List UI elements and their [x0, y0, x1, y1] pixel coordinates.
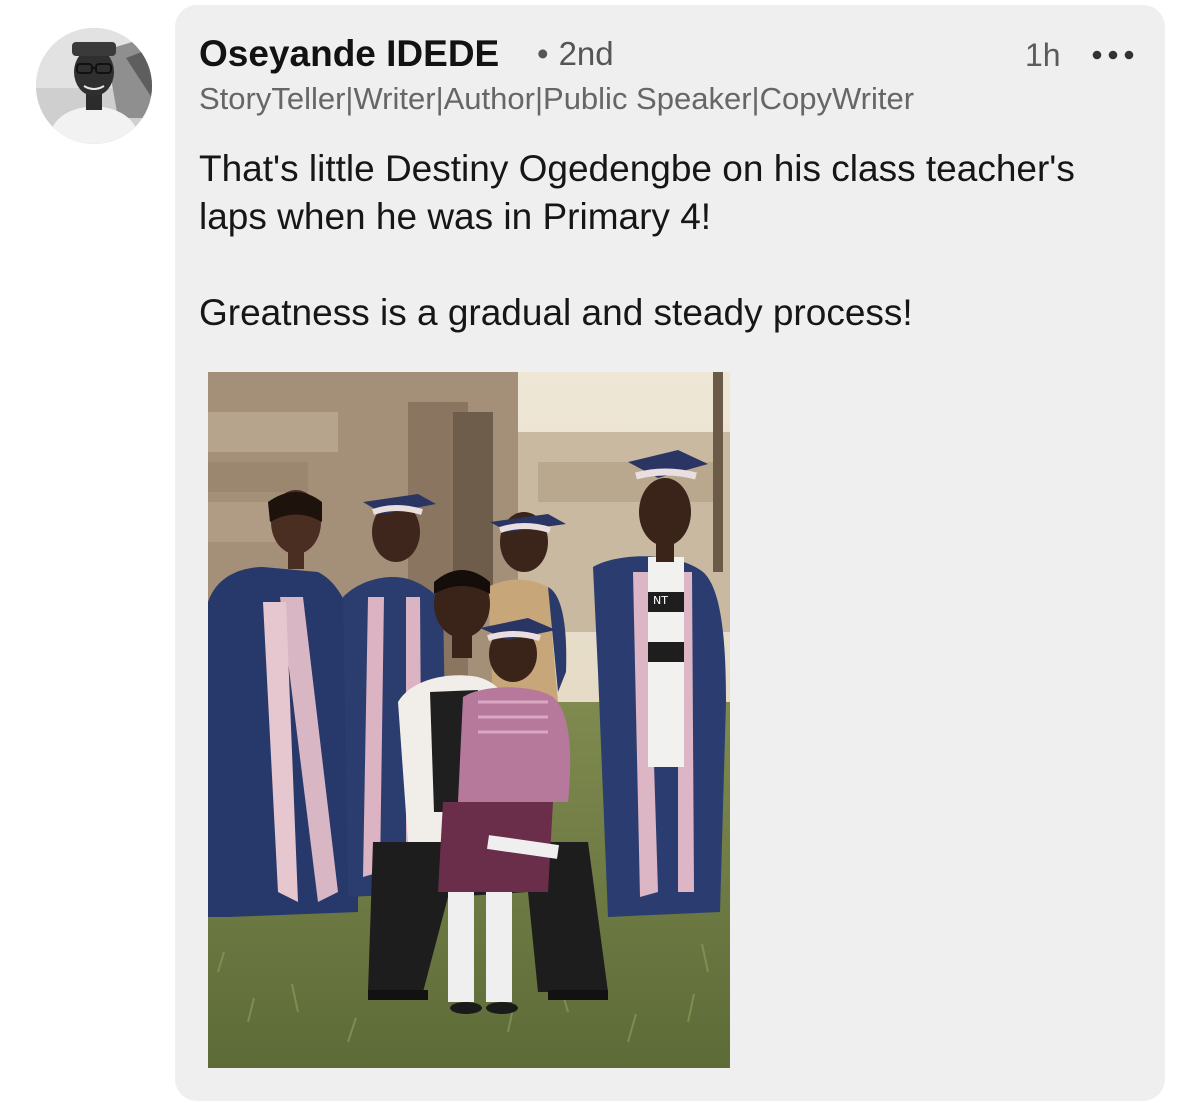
group-photo: NT — [208, 372, 730, 1068]
author-avatar-image — [36, 28, 152, 144]
degree-label: 2nd — [558, 35, 614, 72]
shirt-print: NT — [653, 594, 668, 607]
post-bubble: Oseyande IDEDE • 2nd 1h StoryTeller|Write… — [175, 5, 1165, 1101]
post-body: That's little Destiny Ogedengbe on his c… — [199, 145, 1119, 337]
more-horizontal-icon — [1092, 50, 1134, 60]
author-name[interactable]: Oseyande IDEDE — [199, 33, 499, 75]
connection-degree: • 2nd — [537, 35, 614, 73]
post-paragraph: That's little Destiny Ogedengbe on his c… — [199, 148, 1075, 237]
author-avatar[interactable] — [36, 28, 152, 144]
post-paragraph: Greatness is a gradual and steady proces… — [199, 292, 913, 333]
author-headline: StoryTeller|Writer|Author|Public Speaker… — [199, 81, 915, 116]
post-feed-item: Oseyande IDEDE • 2nd 1h StoryTeller|Write… — [0, 0, 1200, 1103]
more-options-button[interactable] — [1089, 43, 1137, 67]
degree-separator: • — [537, 35, 549, 72]
post-timestamp: 1h — [1025, 37, 1061, 73]
post-image[interactable]: NT — [208, 372, 730, 1068]
